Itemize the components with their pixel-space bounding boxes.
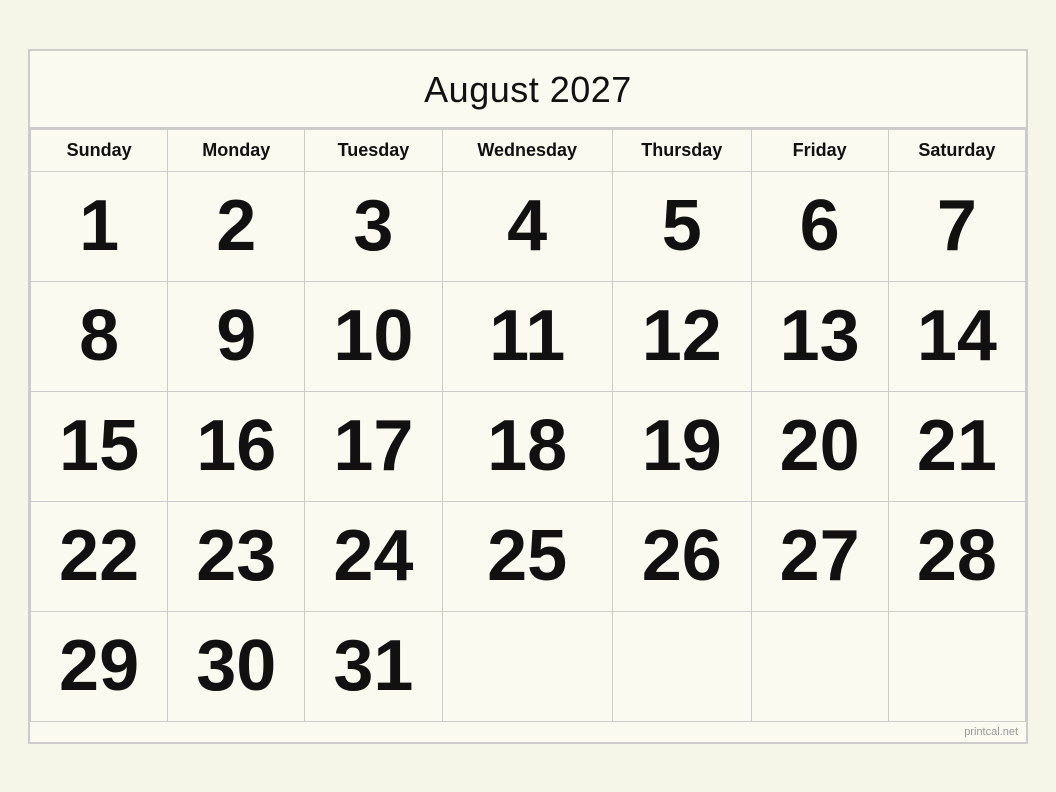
day-cell-11: 11 bbox=[442, 281, 612, 391]
day-cell-8: 8 bbox=[31, 281, 168, 391]
day-cell-22: 22 bbox=[31, 501, 168, 611]
empty-day-cell bbox=[751, 611, 888, 721]
day-cell-29: 29 bbox=[31, 611, 168, 721]
day-cell-6: 6 bbox=[751, 171, 888, 281]
day-cell-14: 14 bbox=[888, 281, 1025, 391]
day-header-thursday: Thursday bbox=[612, 129, 751, 171]
day-cell-3: 3 bbox=[305, 171, 442, 281]
day-cell-26: 26 bbox=[612, 501, 751, 611]
calendar-title: August 2027 bbox=[30, 51, 1026, 129]
day-cell-30: 30 bbox=[168, 611, 305, 721]
empty-day-cell bbox=[442, 611, 612, 721]
calendar-body: 1234567891011121314151617181920212223242… bbox=[31, 171, 1026, 721]
day-cell-28: 28 bbox=[888, 501, 1025, 611]
day-cell-27: 27 bbox=[751, 501, 888, 611]
day-cell-20: 20 bbox=[751, 391, 888, 501]
day-cell-4: 4 bbox=[442, 171, 612, 281]
day-header-saturday: Saturday bbox=[888, 129, 1025, 171]
day-cell-24: 24 bbox=[305, 501, 442, 611]
day-cell-17: 17 bbox=[305, 391, 442, 501]
day-cell-5: 5 bbox=[612, 171, 751, 281]
day-header-friday: Friday bbox=[751, 129, 888, 171]
day-cell-23: 23 bbox=[168, 501, 305, 611]
day-header-wednesday: Wednesday bbox=[442, 129, 612, 171]
day-cell-12: 12 bbox=[612, 281, 751, 391]
calendar-week-row: 293031 bbox=[31, 611, 1026, 721]
calendar-table: SundayMondayTuesdayWednesdayThursdayFrid… bbox=[30, 129, 1026, 722]
calendar-week-row: 15161718192021 bbox=[31, 391, 1026, 501]
calendar-container: August 2027 SundayMondayTuesdayWednesday… bbox=[28, 49, 1028, 744]
day-header-sunday: Sunday bbox=[31, 129, 168, 171]
day-cell-1: 1 bbox=[31, 171, 168, 281]
calendar-week-row: 22232425262728 bbox=[31, 501, 1026, 611]
day-cell-9: 9 bbox=[168, 281, 305, 391]
calendar-week-row: 891011121314 bbox=[31, 281, 1026, 391]
empty-day-cell bbox=[888, 611, 1025, 721]
day-header-monday: Monday bbox=[168, 129, 305, 171]
day-cell-19: 19 bbox=[612, 391, 751, 501]
day-header-tuesday: Tuesday bbox=[305, 129, 442, 171]
day-cell-21: 21 bbox=[888, 391, 1025, 501]
calendar-week-row: 1234567 bbox=[31, 171, 1026, 281]
day-cell-16: 16 bbox=[168, 391, 305, 501]
day-cell-2: 2 bbox=[168, 171, 305, 281]
day-cell-7: 7 bbox=[888, 171, 1025, 281]
day-cell-18: 18 bbox=[442, 391, 612, 501]
day-cell-31: 31 bbox=[305, 611, 442, 721]
calendar-header-row: SundayMondayTuesdayWednesdayThursdayFrid… bbox=[31, 129, 1026, 171]
day-cell-25: 25 bbox=[442, 501, 612, 611]
empty-day-cell bbox=[612, 611, 751, 721]
day-cell-15: 15 bbox=[31, 391, 168, 501]
day-cell-10: 10 bbox=[305, 281, 442, 391]
day-cell-13: 13 bbox=[751, 281, 888, 391]
watermark: printcal.net bbox=[30, 722, 1026, 742]
